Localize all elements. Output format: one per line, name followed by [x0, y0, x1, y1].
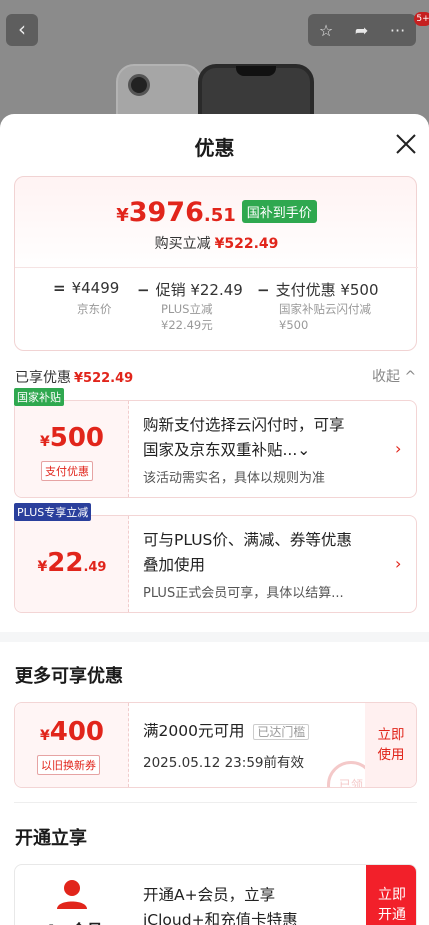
coupon-note: PLUS正式会员可享，具体以结算...: [143, 586, 344, 601]
threshold-tag: 已达门槛: [253, 724, 310, 740]
coupon-type-tag: 以旧换新券: [37, 755, 100, 775]
calc-promo: − 促销 ¥22.49: [137, 281, 243, 299]
chevron-right-icon[interactable]: ›: [395, 554, 401, 573]
discount-sheet: 优惠 ¥3976.51 国补到手价 购买立减 ¥522.49 = ¥4499 京东价…: [0, 114, 429, 925]
tradein-coupon: ¥400 以旧换新券 满2000元可用 已达门槛 2025.05.12 23:5…: [14, 702, 417, 788]
calc-base: = ¥4499: [53, 279, 120, 297]
user-icon: [57, 880, 87, 909]
aplus-member-card: A+会员 开通A+会员，立享 iCloud+和充值卡特惠 立即 开通: [14, 864, 417, 925]
chevron-left-icon: ‹: [18, 17, 26, 41]
subsidy-coupon[interactable]: 国家补贴 ¥500 支付优惠 购新支付选择云闪付时，可享 国家及京东双重补贴..…: [14, 388, 417, 498]
divider: [14, 802, 417, 803]
plus-coupon[interactable]: PLUS专享立减 ¥22.49 可与PLUS价、满减、券等优惠 叠加使用 PLU…: [14, 503, 417, 613]
enjoyed-discount: 已享优惠 ¥522.49: [15, 370, 134, 386]
coupon-note: 该活动需实名，具体以规则为准: [143, 471, 326, 486]
calc-pay: − 支付优惠 ¥500: [257, 281, 379, 299]
coupon-condition: 满2000元可用 已达门槛: [143, 719, 310, 745]
sheet-title: 优惠: [194, 136, 235, 160]
open-now-button[interactable]: 立即 开通: [366, 865, 416, 925]
calc-pay-sub: 国家补贴云闪付减 ¥500: [279, 302, 371, 332]
more-discounts-title: 更多可享优惠: [15, 666, 123, 687]
star-icon[interactable]: ☆: [319, 21, 333, 40]
section-gap: [0, 632, 429, 642]
message-badge: 5+: [414, 12, 429, 26]
back-button[interactable]: ‹: [6, 14, 38, 46]
more-icon[interactable]: ···: [390, 21, 405, 40]
member-name: A+会员: [45, 917, 103, 925]
open-membership-title: 开通立享: [15, 828, 87, 849]
collapse-button[interactable]: 收起 ^: [372, 366, 416, 386]
calc-base-sub: 京东价: [77, 302, 112, 316]
use-now-button[interactable]: 立即 使用: [365, 703, 416, 787]
top-tools: ☆ ➦ ···: [308, 14, 416, 46]
coupon-expiry: 2025.05.12 23:59前有效: [143, 755, 304, 771]
coupon-description: 购新支付选择云闪付时，可享 国家及京东双重补贴...⌄: [143, 416, 345, 459]
coupon-amount: ¥400: [39, 717, 105, 747]
coupon-amount: ¥500: [39, 423, 105, 453]
divider: [15, 267, 418, 268]
close-icon[interactable]: [394, 132, 418, 156]
corner-tag: PLUS专享立减: [14, 503, 92, 521]
final-price: ¥3976.51: [116, 197, 236, 228]
calc-promo-sub: PLUS立减 ¥22.49元: [161, 302, 213, 332]
corner-tag: 国家补贴: [14, 388, 64, 406]
coupon-description: 可与PLUS价、满减、券等优惠 叠加使用: [143, 531, 352, 574]
coupon-amount: ¥22.49: [37, 548, 107, 578]
camera-icon: [128, 74, 150, 96]
price-summary-card: ¥3976.51 国补到手价 购买立减 ¥522.49 = ¥4499 京东价 − 促…: [14, 176, 418, 351]
reduce-row: 购买立减 ¥522.49: [154, 236, 279, 252]
coupon-type-tag: 支付优惠: [41, 461, 93, 481]
share-icon[interactable]: ➦: [355, 21, 368, 40]
chevron-right-icon[interactable]: ›: [395, 439, 401, 458]
price-tag: 国补到手价: [241, 200, 317, 223]
member-description: 开通A+会员，立享 iCloud+和充值卡特惠: [143, 886, 298, 925]
